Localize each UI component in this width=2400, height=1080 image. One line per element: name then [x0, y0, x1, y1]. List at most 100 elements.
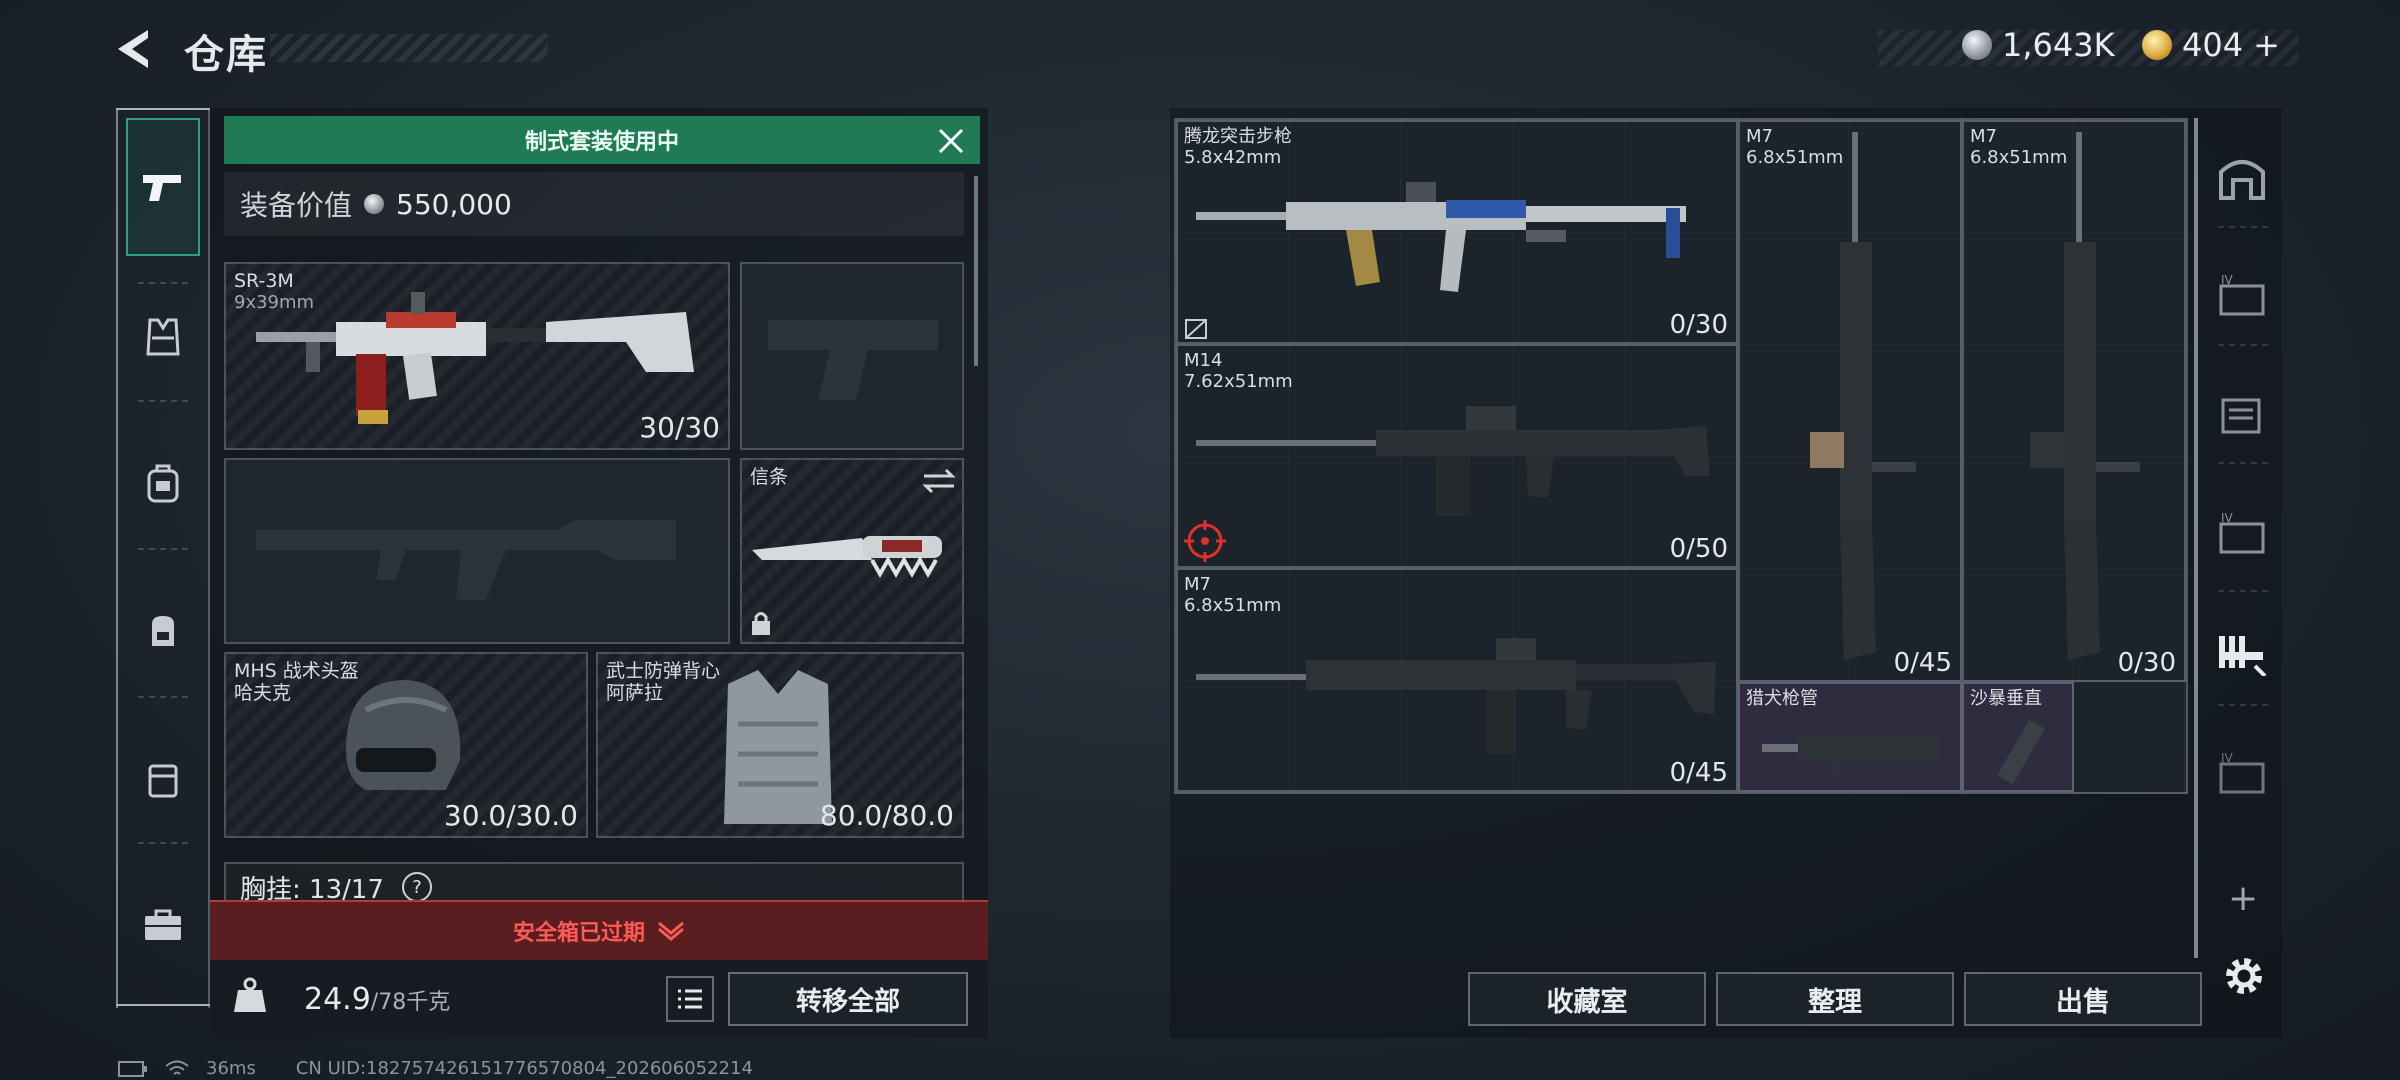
current-weight: 24.9	[304, 982, 371, 1017]
pistol-silhouette-icon	[768, 320, 938, 400]
weight-icon	[230, 976, 270, 1016]
add-storage-icon[interactable]: +	[2228, 878, 2258, 919]
item-ammo: 0/45	[1669, 758, 1728, 788]
secondary-weapon-slot[interactable]	[224, 458, 730, 644]
back-button[interactable]	[112, 24, 162, 74]
value-amount: 550,000	[396, 187, 512, 221]
nav-armor[interactable]	[126, 300, 200, 374]
helmet-slot[interactable]: MHS 战术头盔 哈夫克 30.0/30.0	[224, 652, 588, 838]
primary-weapon-slot[interactable]: SR-3M 9x39mm 30/30	[224, 262, 730, 450]
help-icon[interactable]: ?	[401, 872, 432, 902]
collection-room-button[interactable]: 收藏室	[1468, 972, 1706, 1026]
storage-scrollbar[interactable]	[2194, 118, 2198, 958]
ammo-count: 30/30	[639, 411, 720, 444]
rail-separator	[2218, 226, 2268, 228]
item-ammo: 0/50	[1669, 534, 1728, 564]
safebox-expired-bar[interactable]: 安全箱已过期	[210, 900, 988, 960]
weapon-rack-icon	[2219, 636, 2267, 676]
storage-item-tenglong[interactable]: 腾龙突击步枪 5.8x42mm 0/30	[1176, 120, 1738, 344]
item-name: 腾龙突击步枪	[1184, 126, 1292, 147]
silver-coin-icon	[1962, 30, 1992, 60]
svg-text:IV: IV	[2221, 751, 2234, 765]
rail-separator	[2218, 344, 2268, 346]
nav-chest-rig[interactable]	[126, 446, 200, 520]
item-name: 沙暴垂直	[1970, 688, 2042, 709]
settings-button[interactable]	[2218, 950, 2270, 1002]
close-icon	[938, 128, 964, 154]
pistol-icon	[143, 175, 181, 201]
svg-text:IV: IV	[2221, 511, 2234, 525]
pouch-icon	[148, 764, 178, 798]
sort-button[interactable]: 整理	[1716, 972, 1954, 1026]
list-icon	[678, 989, 702, 1009]
nav-separator	[138, 400, 188, 402]
storage-tab-1[interactable]: IV	[2214, 270, 2270, 320]
target-icon	[1184, 520, 1226, 562]
storage-item-barrel[interactable]: 猎犬枪管	[1738, 682, 1962, 792]
item-name: M14	[1184, 350, 1223, 371]
storage-item-m7-vertical[interactable]: M7 6.8x51mm 0/30	[1962, 120, 2186, 682]
nav-safebox[interactable]	[126, 888, 200, 962]
storage-box-icon: IV	[2219, 273, 2265, 316]
storage-item-m7[interactable]: M7 6.8x51mm 0/45	[1176, 568, 1738, 792]
barrel-attachment-image	[1762, 736, 1938, 776]
max-weight: /78千克	[370, 990, 451, 1015]
storage-item-vertical-grip[interactable]: 沙暴垂直	[1962, 682, 2074, 792]
ping-text: 36ms	[206, 1058, 256, 1079]
m7-rifle-image	[1196, 638, 1716, 754]
loadout-banner: 制式套装使用中	[224, 116, 980, 164]
transfer-all-button[interactable]: 转移全部	[728, 972, 968, 1026]
nav-separator	[138, 548, 188, 550]
nav-container[interactable]	[126, 742, 200, 816]
equipment-value: 装备价值 550,000	[224, 172, 964, 236]
lock-icon	[752, 612, 770, 635]
gold-currency[interactable]: 404 +	[2142, 26, 2280, 64]
item-ammo: 0/30	[1669, 310, 1728, 340]
list-view-button[interactable]	[666, 976, 714, 1022]
m7-rifle-image	[1810, 132, 1916, 660]
storage-item-m7-vertical[interactable]: M7 6.8x51mm 0/45	[1738, 120, 1962, 682]
storage-tab-3[interactable]: IV	[2214, 508, 2270, 558]
storage-item-m14[interactable]: M14 7.62x51mm 0/50	[1176, 344, 1738, 568]
m7-rifle-image	[2030, 132, 2140, 660]
armor-durability: 80.0/80.0	[819, 799, 954, 832]
storage-box-icon: IV	[2219, 751, 2265, 794]
sidearm-slot[interactable]	[740, 262, 964, 450]
storage-tab-2[interactable]	[2214, 388, 2270, 438]
weight-value: 24.9/78千克	[304, 982, 450, 1017]
vest-icon	[146, 318, 180, 356]
melee-name: 信条	[750, 466, 789, 488]
body-armor-slot[interactable]: 武士防弹背心 阿萨拉 80.0/80.0	[596, 652, 964, 838]
briefcase-icon	[145, 909, 181, 940]
nav-weapons[interactable]	[126, 118, 200, 256]
status-bar: 36ms CN UID:182757426151776570804_202606…	[118, 1058, 753, 1079]
safebox-status: 安全箱已过期	[512, 921, 645, 946]
chevron-down-icon	[658, 921, 684, 941]
gold-coin-icon	[2142, 30, 2172, 60]
loadout-scrollbar[interactable]	[974, 176, 978, 366]
gold-amount: 404	[2182, 26, 2244, 64]
sell-button[interactable]: 出售	[1964, 972, 2202, 1026]
uid-text: CN UID:182757426151776570804_20260605221…	[295, 1058, 753, 1079]
storage-box-icon: IV	[2219, 511, 2265, 554]
storage-tab-home[interactable]	[2214, 152, 2270, 202]
melee-slot[interactable]: 信条	[740, 458, 964, 644]
nav-backpack[interactable]	[126, 594, 200, 668]
close-banner-button[interactable]	[934, 124, 968, 158]
add-currency-icon[interactable]: +	[2253, 26, 2280, 64]
assault-rifle-image	[1196, 182, 1686, 292]
sr3m-rifle-image	[256, 292, 694, 424]
swap-icon[interactable]	[922, 468, 956, 494]
storage-tab-5[interactable]: IV	[2214, 748, 2270, 798]
value-label: 装备价值	[240, 189, 353, 222]
helmet-durability: 30.0/30.0	[443, 799, 578, 832]
m14-rifle-image	[1196, 406, 1710, 516]
nav-top-border	[116, 108, 210, 110]
title-decoration	[270, 34, 548, 62]
armor-name: 武士防弹背心	[606, 660, 721, 682]
knife-image	[752, 536, 942, 579]
nav-separator	[138, 696, 188, 698]
battery-icon	[118, 1060, 147, 1077]
storage-tab-4-active[interactable]	[2214, 628, 2270, 678]
storage-box-icon	[2221, 398, 2261, 434]
